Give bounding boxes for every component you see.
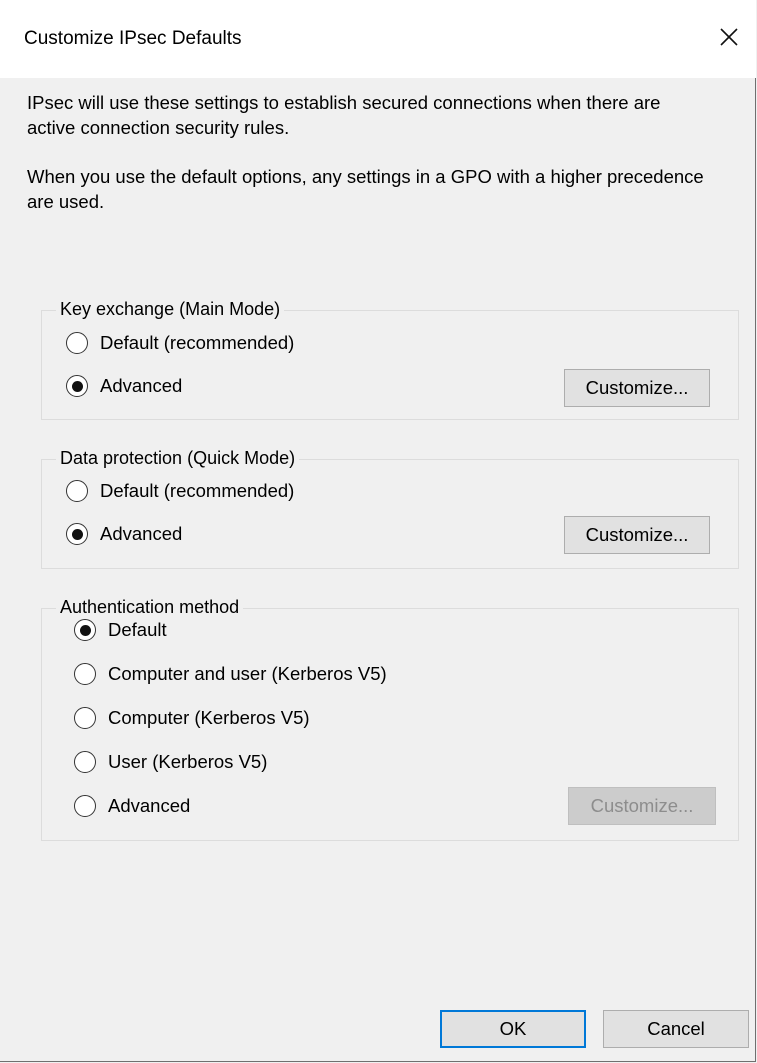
intro-text-1: IPsec will use these settings to establi…	[27, 92, 661, 138]
auth-computer-and-user-radio[interactable]: Computer and user (Kerberos V5)	[74, 660, 387, 688]
radio-label: Computer (Kerberos V5)	[108, 707, 310, 728]
auth-computer-radio[interactable]: Computer (Kerberos V5)	[74, 704, 310, 732]
auth-customize-button[interactable]: Customize...	[568, 787, 716, 825]
auth-advanced-radio[interactable]: Advanced	[74, 792, 190, 820]
customize-ipsec-dialog: Customize IPsec Defaults IPsec will use …	[0, 0, 756, 1062]
data-protection-default-radio[interactable]: Default (recommended)	[66, 477, 294, 505]
radio-circle[interactable]	[74, 707, 96, 729]
radio-label: Computer and user (Kerberos V5)	[108, 663, 387, 684]
close-icon	[720, 28, 738, 46]
intro-text-2: When you use the default options, any se…	[27, 166, 704, 212]
radio-label: Advanced	[100, 375, 183, 396]
key-exchange-label: Key exchange (Main Mode)	[56, 297, 285, 321]
radio-circle[interactable]	[66, 332, 88, 354]
radio-label: Advanced	[100, 523, 183, 544]
auth-user-radio[interactable]: User (Kerberos V5)	[74, 748, 267, 776]
radio-label: Advanced	[108, 795, 191, 816]
radio-circle[interactable]	[66, 375, 88, 397]
radio-circle[interactable]	[66, 523, 88, 545]
radio-circle[interactable]	[74, 663, 96, 685]
radio-circle[interactable]	[74, 619, 96, 641]
dialog-title: Customize IPsec Defaults	[24, 28, 242, 49]
key-exchange-default-radio[interactable]: Default (recommended)	[66, 329, 294, 357]
radio-label: Default	[108, 619, 167, 640]
data-protection-customize-button[interactable]: Customize...	[564, 516, 710, 554]
key-exchange-customize-button[interactable]: Customize...	[564, 369, 710, 407]
ok-button[interactable]: OK	[440, 1010, 586, 1048]
radio-circle[interactable]	[74, 751, 96, 773]
auth-default-radio[interactable]: Default	[74, 616, 167, 644]
radio-circle[interactable]	[66, 480, 88, 502]
radio-circle[interactable]	[74, 795, 96, 817]
data-protection-label: Data protection (Quick Mode)	[56, 446, 300, 470]
radio-label: Default (recommended)	[100, 332, 295, 353]
cancel-button[interactable]: Cancel	[603, 1010, 749, 1048]
close-button[interactable]	[706, 14, 752, 60]
data-protection-advanced-radio[interactable]: Advanced	[66, 520, 182, 548]
radio-label: Default (recommended)	[100, 480, 295, 501]
title-bar: Customize IPsec Defaults	[0, 0, 756, 78]
key-exchange-advanced-radio[interactable]: Advanced	[66, 372, 182, 400]
radio-label: User (Kerberos V5)	[108, 751, 268, 772]
